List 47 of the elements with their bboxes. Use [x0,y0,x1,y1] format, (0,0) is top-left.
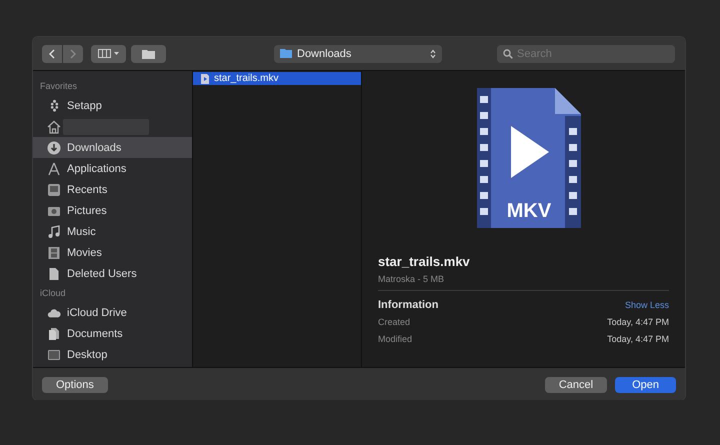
caret-icon [114,52,119,55]
forward-button[interactable] [63,44,83,62]
film-icon [47,246,61,260]
sidebar-item[interactable]: Documents [33,323,192,344]
file-row[interactable]: star_trails.mkv [193,72,361,85]
sidebar-item[interactable]: Music [33,221,192,242]
section-title: Information [378,299,438,311]
document-icon [47,266,61,280]
info-value: Today, 4:47 PM [607,334,669,344]
back-button[interactable] [42,44,62,62]
search-icon [503,48,513,58]
file-name: star_trails.mkv [378,254,471,269]
file-kind-size: Matroska - 5 MB [378,274,669,291]
sidebar-item[interactable]: Pictures [33,200,192,221]
desktop-icon [47,348,61,362]
folder-icon [280,49,292,58]
info-label: Modified [378,334,412,344]
up-down-arrows-icon [430,48,436,58]
new-folder-button[interactable] [131,44,166,62]
sidebar-section-title: Favorites [39,80,78,93]
music-note-icon [47,224,61,238]
applications-icon [47,162,61,176]
sidebar-item[interactable]: Applications [33,158,192,179]
video-file-icon [201,74,209,84]
sidebar-section-title: iCloud [39,287,67,300]
sidebar-item[interactable]: iCloud Drive [33,302,192,323]
recents-icon [47,182,61,196]
sidebar-item[interactable]: Recents [33,179,192,200]
sidebar-item[interactable]: Setapp [33,95,192,116]
house-icon [47,120,61,134]
folder-icon [142,48,155,58]
documents-icon [47,326,61,340]
download-icon [47,140,61,154]
cancel-button[interactable]: Cancel [544,376,608,392]
sidebar-item[interactable]: Downloads [33,137,192,158]
sidebar-item[interactable]: Deleted Users [33,263,192,284]
sidebar-item[interactable]: Desktop [33,344,192,365]
info-value: Today, 4:47 PM [607,316,669,326]
sidebar-item[interactable]: Movies [33,242,192,263]
show-less-link[interactable]: Show Less [624,300,669,310]
location-popup[interactable]: Downloads [274,44,442,62]
view-mode-button[interactable] [91,44,126,62]
options-button[interactable]: Options [42,376,108,392]
info-label: Created [378,316,410,326]
open-button[interactable]: Open [615,376,676,392]
columns-icon [98,49,111,58]
file-type-label: MKV [506,200,551,222]
